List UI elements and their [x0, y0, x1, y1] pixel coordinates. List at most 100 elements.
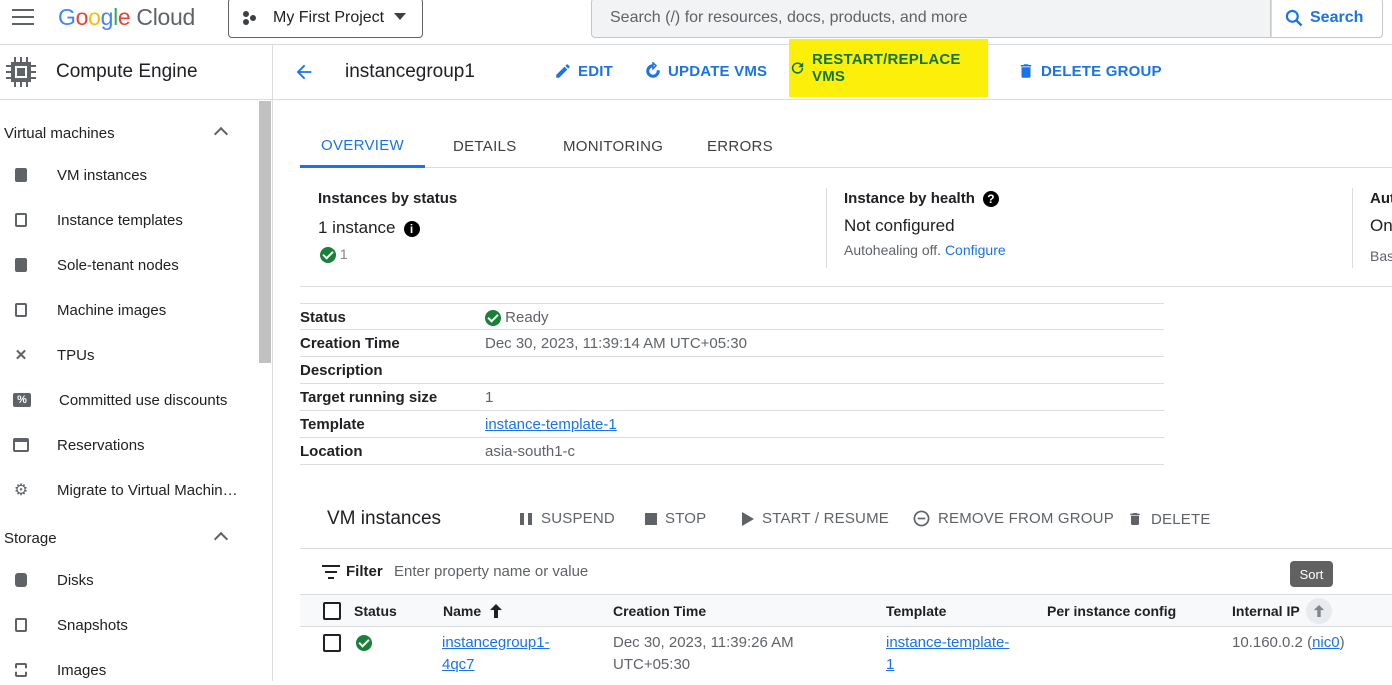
sidebar-item-instance-templates[interactable]: Instance templates [0, 205, 258, 235]
sidebar-item-snapshots[interactable]: Snapshots [0, 610, 258, 640]
back-arrow-icon[interactable] [293, 61, 315, 83]
filter-bar: Filter Enter property name or value [300, 548, 1392, 594]
col-template[interactable]: Template [886, 603, 946, 619]
template-link[interactable]: instance-template-1 [485, 416, 617, 433]
project-icon [243, 10, 259, 26]
percent-icon: % [13, 393, 31, 407]
detail-row-location: Location asia-south1-c [300, 438, 1164, 465]
col-creation-time[interactable]: Creation Time [613, 603, 706, 619]
restart-replace-vms-button[interactable]: RESTART/REPLACE VMS [789, 39, 988, 97]
search-button[interactable]: Search [1271, 0, 1383, 38]
filter-icon [322, 564, 340, 579]
remove-circle-icon [913, 510, 930, 527]
instance-name-link[interactable]: instancegroup1- 4qc7 [442, 632, 550, 676]
autoscaling-sub: Bas [1370, 248, 1392, 264]
configure-link[interactable]: Configure [945, 242, 1006, 258]
disk-icon [13, 572, 29, 588]
menu-icon[interactable] [12, 9, 36, 27]
sidebar-item-machine-images[interactable]: Machine images [0, 295, 258, 325]
action-bar: instancegroup1 EDIT UPDATE VMS RESTART/R… [273, 39, 1392, 100]
select-all-checkbox[interactable] [323, 602, 341, 620]
stop-button[interactable]: STOP [645, 510, 706, 527]
details-table: Status Ready Creation Time Dec 30, 2023, … [300, 303, 1164, 465]
node-icon [13, 257, 29, 273]
instance-internal-ip: 10.160.0.2 (nic0) [1232, 634, 1345, 651]
delete-vm-button[interactable]: DELETE [1127, 510, 1211, 528]
edit-button[interactable]: EDIT [554, 45, 613, 97]
row-checkbox[interactable] [323, 634, 341, 652]
sidebar-item-vm-instances[interactable]: VM instances [0, 160, 258, 190]
section-storage[interactable]: Storage [4, 530, 229, 547]
product-name: Compute Engine [56, 61, 198, 82]
image-icon [13, 662, 29, 678]
detail-row-description: Description [300, 357, 1164, 384]
chevron-up-icon [213, 126, 229, 142]
tab-details[interactable]: DETAILS [453, 125, 517, 168]
play-icon [742, 511, 754, 526]
ready-count: 1 [320, 246, 348, 264]
left-nav: Compute Engine Virtual machines VM insta… [0, 45, 273, 681]
vm-icon [13, 167, 29, 183]
sidebar-scrollbar[interactable] [259, 101, 271, 363]
suspend-button[interactable]: SUSPEND [519, 510, 615, 527]
pencil-icon [556, 64, 570, 78]
start-resume-button[interactable]: START / RESUME [742, 510, 889, 527]
instance-by-health-label: Instance by health? [844, 190, 999, 208]
project-picker[interactable]: My First Project [228, 0, 423, 38]
tab-errors[interactable]: ERRORS [707, 125, 773, 168]
search-input[interactable]: Search (/) for resources, docs, products… [591, 0, 1271, 38]
sort-button[interactable] [1305, 598, 1332, 624]
tab-overview[interactable]: OVERVIEW [300, 125, 425, 168]
detail-row-target-size: Target running size 1 [300, 384, 1164, 411]
nic-link[interactable]: nic0 [1312, 634, 1340, 651]
delete-group-button[interactable]: DELETE GROUP [1017, 45, 1162, 97]
sidebar-item-sole-tenant-nodes[interactable]: Sole-tenant nodes [0, 250, 258, 280]
sidebar-item-committed-use-discounts[interactable]: % Committed use discounts [0, 385, 258, 415]
refresh-icon [791, 62, 804, 74]
info-icon[interactable]: i [403, 220, 420, 237]
machine-image-icon [13, 302, 29, 318]
summary-cards: Instances by status 1 instance i 1 Instan… [300, 168, 1392, 287]
project-name: My First Project [273, 9, 385, 26]
update-vms-button[interactable]: UPDATE VMS [644, 45, 767, 97]
instance-count: 1 instance i [318, 218, 420, 238]
filter-button[interactable]: Filter [322, 563, 383, 580]
arrow-up-icon [490, 604, 503, 618]
calendar-icon [13, 437, 29, 453]
product-title: Compute Engine [0, 45, 272, 100]
col-name[interactable]: Name [443, 603, 503, 619]
trash-icon [1020, 64, 1032, 78]
autoscaling-value: On [1370, 216, 1392, 235]
filter-input[interactable]: Enter property name or value [394, 563, 588, 580]
logo-cloud: Cloud [136, 4, 196, 30]
col-per-instance-config[interactable]: Per instance config [1047, 603, 1176, 619]
col-internal-ip[interactable]: Internal IP [1232, 598, 1332, 624]
instance-creation-time: Dec 30, 2023, 11:39:26 AM UTC+05:30 [613, 634, 794, 673]
vm-instances-title: VM instances [327, 508, 442, 529]
sidebar-item-tpus[interactable]: ✕ TPUs [0, 340, 258, 370]
check-circle-icon [356, 635, 372, 651]
search-button-label: Search [1310, 9, 1364, 26]
sidebar-item-migrate[interactable]: ⚙ Migrate to Virtual Machin… [0, 475, 258, 505]
page-title: instancegroup1 [345, 61, 475, 82]
autoscaling-label: Aut [1370, 190, 1392, 207]
section-virtual-machines[interactable]: Virtual machines [4, 125, 229, 142]
google-cloud-logo[interactable]: Google Cloud [58, 4, 195, 31]
top-header: Google Cloud My First Project Search (/) … [0, 0, 1392, 45]
autohealing-status: Autohealing off. Configure [844, 242, 1006, 258]
search-icon [1285, 9, 1303, 27]
remove-from-group-button[interactable]: REMOVE FROM GROUP [913, 510, 1114, 527]
stop-icon [645, 512, 657, 525]
check-circle-icon [485, 310, 501, 327]
table-header: Status Name Creation Time Template Per i… [300, 594, 1392, 627]
tpu-icon: ✕ [14, 347, 28, 364]
trash-icon [1130, 513, 1140, 525]
divider [1352, 188, 1353, 268]
snapshot-icon [13, 617, 29, 633]
sidebar-item-reservations[interactable]: Reservations [0, 430, 258, 460]
instance-template-link[interactable]: instance-template- 1 [886, 632, 1009, 676]
col-status[interactable]: Status [354, 603, 397, 619]
sidebar-item-disks[interactable]: Disks [0, 565, 258, 595]
tab-monitoring[interactable]: MONITORING [563, 125, 663, 168]
help-icon[interactable]: ? [982, 191, 999, 208]
